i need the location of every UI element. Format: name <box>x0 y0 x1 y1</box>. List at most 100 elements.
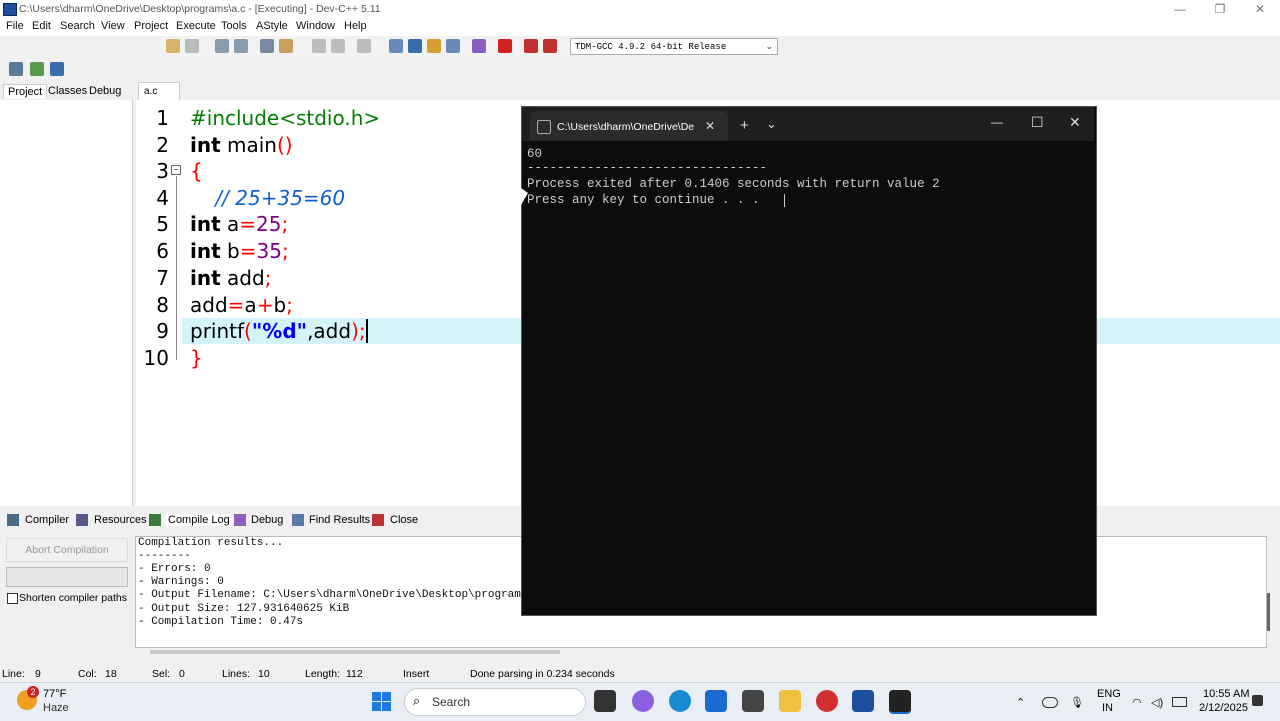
mouse-pointer-icon <box>521 188 528 205</box>
console-output-line: 60 <box>527 147 543 161</box>
console-maximize-button[interactable]: ☐ <box>1031 114 1044 131</box>
goto-bookmark-icon[interactable] <box>50 62 64 76</box>
compile-icon[interactable] <box>389 39 403 53</box>
wifi-icon[interactable]: ◠ <box>1132 696 1142 709</box>
replace-icon[interactable] <box>234 39 248 53</box>
tab-compile-log[interactable]: Compile Log <box>166 514 232 526</box>
language-in[interactable]: IN <box>1102 702 1113 714</box>
language-eng[interactable]: ENG <box>1097 688 1121 700</box>
shorten-paths-checkbox[interactable] <box>7 593 18 604</box>
tray-chevron-up-icon[interactable]: ⌃ <box>1016 696 1025 709</box>
console-tab-close-icon[interactable]: ✕ <box>705 119 715 133</box>
file-explorer-icon[interactable] <box>779 690 801 712</box>
start-icon[interactable] <box>372 692 381 701</box>
project-options-icon[interactable] <box>331 39 345 53</box>
console-minimize-button[interactable]: — <box>991 115 1003 129</box>
copilot-icon[interactable] <box>632 690 654 712</box>
menu-astyle[interactable]: AStyle <box>256 20 288 32</box>
new-project-icon[interactable] <box>312 39 326 53</box>
symbol: ; <box>264 266 272 290</box>
edge-icon[interactable] <box>669 690 691 712</box>
resources-icon <box>76 514 88 526</box>
rebuild-icon[interactable] <box>446 39 460 53</box>
log-line: - Output Size: 127.931640625 KiB <box>138 603 350 615</box>
line-number: 6 <box>156 239 169 263</box>
symbol: = <box>239 239 257 263</box>
symbol: ); <box>351 319 366 343</box>
menu-window[interactable]: Window <box>296 20 335 32</box>
bookmark-icon[interactable] <box>279 39 293 53</box>
menu-edit[interactable]: Edit <box>32 20 51 32</box>
console-close-button[interactable]: ✕ <box>1069 114 1081 131</box>
chrome-icon[interactable] <box>816 690 838 712</box>
toggle-bookmark-icon[interactable] <box>30 62 44 76</box>
compiler-icon <box>7 514 19 526</box>
microphone-icon[interactable]: 🎙 <box>1070 696 1084 709</box>
status-message: Done parsing in 0.234 seconds <box>470 668 615 680</box>
find-icon[interactable] <box>215 39 229 53</box>
tab-resources[interactable]: Resources <box>94 514 147 526</box>
keyword: int <box>190 212 221 236</box>
abort-compilation-button[interactable]: Abort Compilation <box>6 538 128 562</box>
close-button[interactable]: ✕ <box>1240 0 1280 18</box>
new-tab-icon[interactable]: + <box>740 117 749 134</box>
tab-close[interactable]: Close <box>390 514 418 526</box>
syntax-check-icon[interactable] <box>472 39 486 53</box>
chevron-down-icon[interactable]: ⌄ <box>766 116 777 132</box>
task-view-icon[interactable] <box>594 690 616 712</box>
goto-line-icon[interactable] <box>260 39 274 53</box>
profile-icon[interactable] <box>524 39 538 53</box>
status-bar <box>0 664 1280 682</box>
terminal-taskbar-icon[interactable] <box>889 690 911 714</box>
undo-icon[interactable] <box>166 39 180 53</box>
tab-find-results[interactable]: Find Results <box>309 514 370 526</box>
weather-badge: 2 <box>27 686 39 698</box>
fold-toggle-icon[interactable]: − <box>171 165 181 175</box>
clock-date[interactable]: 2/12/2025 <box>1199 702 1248 714</box>
tab-project[interactable]: Project <box>3 84 48 99</box>
minimize-button[interactable]: — <box>1160 0 1200 18</box>
debug-icon[interactable] <box>543 39 557 53</box>
compile-run-icon[interactable] <box>427 39 441 53</box>
menu-project[interactable]: Project <box>134 20 168 32</box>
code-line-5: int a=25; <box>190 212 288 236</box>
horizontal-scrollbar[interactable] <box>150 650 560 654</box>
devcpp-app-icon <box>3 3 17 16</box>
tab-debug-bottom[interactable]: Debug <box>251 514 283 526</box>
menu-file[interactable]: File <box>6 20 24 32</box>
devcpp-taskbar-icon[interactable] <box>852 690 874 712</box>
log-line: Compilation results... <box>138 537 284 549</box>
maximize-button[interactable]: ❐ <box>1200 0 1240 18</box>
insert-icon[interactable] <box>9 62 23 76</box>
compiler-select[interactable]: TDM-GCC 4.9.2 64-bit Release ⌄ <box>570 38 778 55</box>
tab-compiler[interactable]: Compiler <box>25 514 69 526</box>
clock-time[interactable]: 10:55 AM <box>1203 688 1249 700</box>
log-line: - Output Filename: C:\Users\dharm\OneDri… <box>138 589 521 601</box>
redo-icon[interactable] <box>185 39 199 53</box>
line-number: 5 <box>156 212 169 236</box>
status-length-label: Length: <box>305 668 341 680</box>
run-icon[interactable] <box>408 39 422 53</box>
vertical-scrollbar[interactable] <box>1267 593 1270 631</box>
stop-icon[interactable] <box>498 39 512 53</box>
volume-icon[interactable]: ◁) <box>1151 696 1163 709</box>
notification-icon[interactable] <box>1252 695 1263 706</box>
battery-icon[interactable] <box>1172 697 1187 707</box>
menu-view[interactable]: View <box>101 20 125 32</box>
store-icon[interactable] <box>705 690 727 712</box>
status-lines-value: 10 <box>258 668 270 680</box>
menu-help[interactable]: Help <box>344 20 367 32</box>
onedrive-icon[interactable] <box>1042 697 1058 708</box>
code-line-4: // 25+35=60 <box>190 186 345 210</box>
class-browser-icon[interactable] <box>357 39 371 53</box>
editor-tab-a-c[interactable]: a.c <box>138 82 180 101</box>
symbol: ; <box>281 239 289 263</box>
menu-execute[interactable]: Execute <box>176 20 216 32</box>
menu-search[interactable]: Search <box>60 20 95 32</box>
log-line: -------- <box>138 550 191 562</box>
menu-tools[interactable]: Tools <box>221 20 247 32</box>
weather-temp: 77°F <box>43 688 67 700</box>
tab-debug[interactable]: Debug <box>85 84 125 98</box>
app-icon[interactable] <box>742 690 764 712</box>
search-icon: ⌕ <box>413 693 421 708</box>
